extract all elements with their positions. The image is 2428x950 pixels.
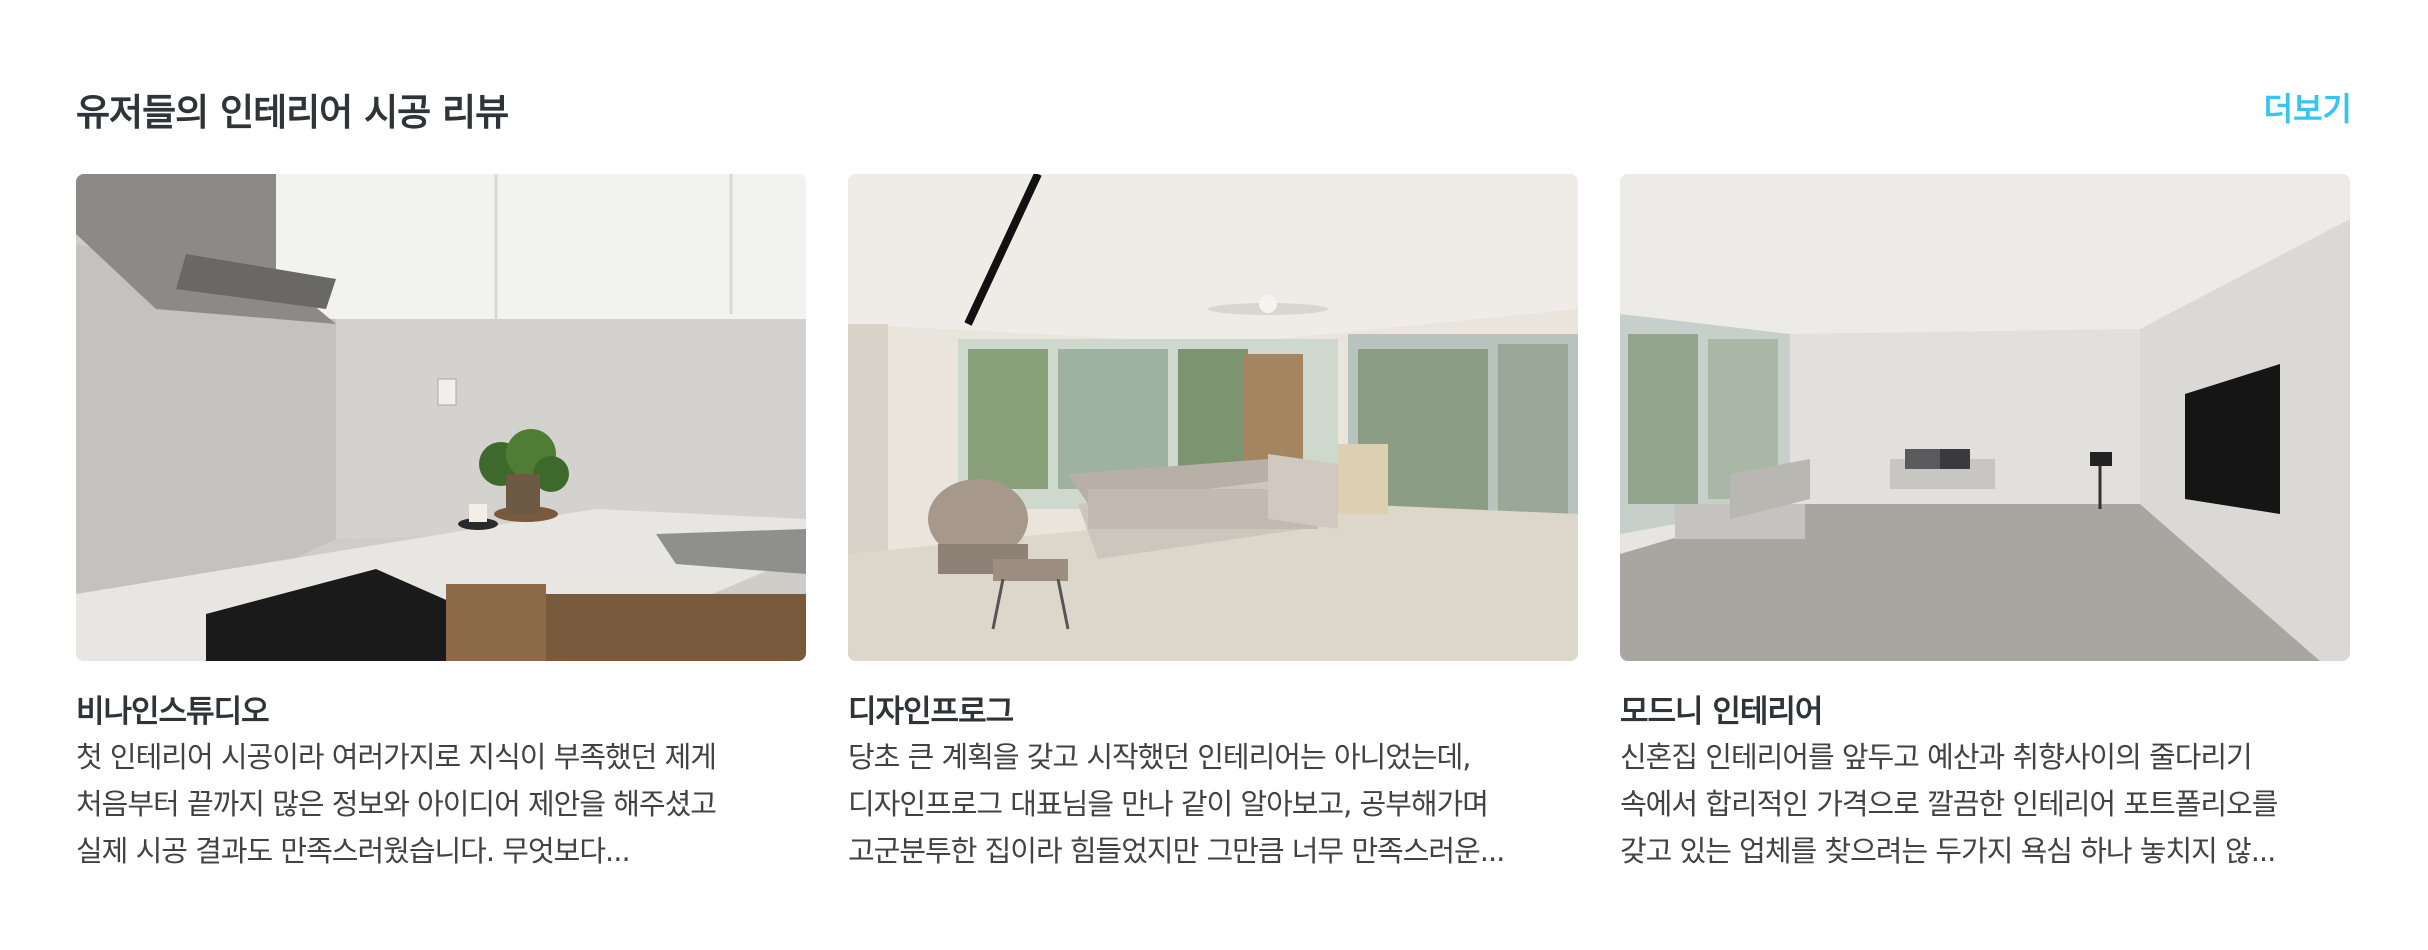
review-line: 당초 큰 계획을 갖고 시작했던 인테리어는 아니었는데, bbox=[848, 740, 1472, 774]
review-line: 디자인프로그 대표님을 만나 같이 알아보고, 공부해가며 bbox=[848, 787, 1489, 821]
company-name: 비나인스튜디오 bbox=[76, 694, 270, 730]
section-title: 유저들의 인테리어 시공 리뷰 bbox=[76, 91, 509, 134]
review-line: 신혼집 인테리어를 앞두고 예산과 취향사이의 줄다리기 bbox=[1620, 740, 2253, 774]
review-line: 갖고 있는 업체를 찾으려는 두가지 욕심 하나 놓치지 않... bbox=[1620, 834, 2276, 868]
more-link[interactable]: 더보기 bbox=[2264, 84, 2352, 130]
review-photo-kitchen[interactable] bbox=[76, 174, 806, 661]
review-line: 첫 인테리어 시공이라 여러가지로 지식이 부족했던 제게 bbox=[76, 740, 717, 774]
review-text: 첫 인테리어 시공이라 여러가지로 지식이 부족했던 제게 처음부터 끝까지 많… bbox=[76, 734, 806, 875]
review-photo-living-room[interactable] bbox=[848, 174, 1578, 661]
review-card[interactable]: 모드니 인테리어 신혼집 인테리어를 앞두고 예산과 취향사이의 줄다리기 속에… bbox=[1620, 174, 2350, 894]
minimal-room-image bbox=[1620, 174, 2350, 661]
review-line: 처음부터 끝까지 많은 정보와 아이디어 제안을 해주셨고 bbox=[76, 787, 717, 821]
review-photo-minimal-room[interactable] bbox=[1620, 174, 2350, 661]
review-card-list: 비나인스튜디오 첫 인테리어 시공이라 여러가지로 지식이 부족했던 제게 처음… bbox=[76, 174, 2352, 894]
company-name: 디자인프로그 bbox=[848, 694, 1014, 730]
review-text: 당초 큰 계획을 갖고 시작했던 인테리어는 아니었는데, 디자인프로그 대표님… bbox=[848, 734, 1578, 875]
review-card[interactable]: 디자인프로그 당초 큰 계획을 갖고 시작했던 인테리어는 아니었는데, 디자인… bbox=[848, 174, 1578, 894]
kitchen-image bbox=[76, 174, 806, 661]
section-header: 유저들의 인테리어 시공 리뷰 더보기 bbox=[76, 72, 2352, 142]
review-text: 신혼집 인테리어를 앞두고 예산과 취향사이의 줄다리기 속에서 합리적인 가격… bbox=[1620, 734, 2350, 875]
review-line: 실제 시공 결과도 만족스러웠습니다. 무엇보다... bbox=[76, 834, 631, 868]
review-line: 고군분투한 집이라 힘들었지만 그만큼 너무 만족스러운... bbox=[848, 834, 1505, 868]
living-room-image bbox=[848, 174, 1578, 661]
review-card[interactable]: 비나인스튜디오 첫 인테리어 시공이라 여러가지로 지식이 부족했던 제게 처음… bbox=[76, 174, 806, 894]
review-line: 속에서 합리적인 가격으로 깔끔한 인테리어 포트폴리오를 bbox=[1620, 787, 2278, 821]
company-name: 모드니 인테리어 bbox=[1620, 694, 1823, 730]
